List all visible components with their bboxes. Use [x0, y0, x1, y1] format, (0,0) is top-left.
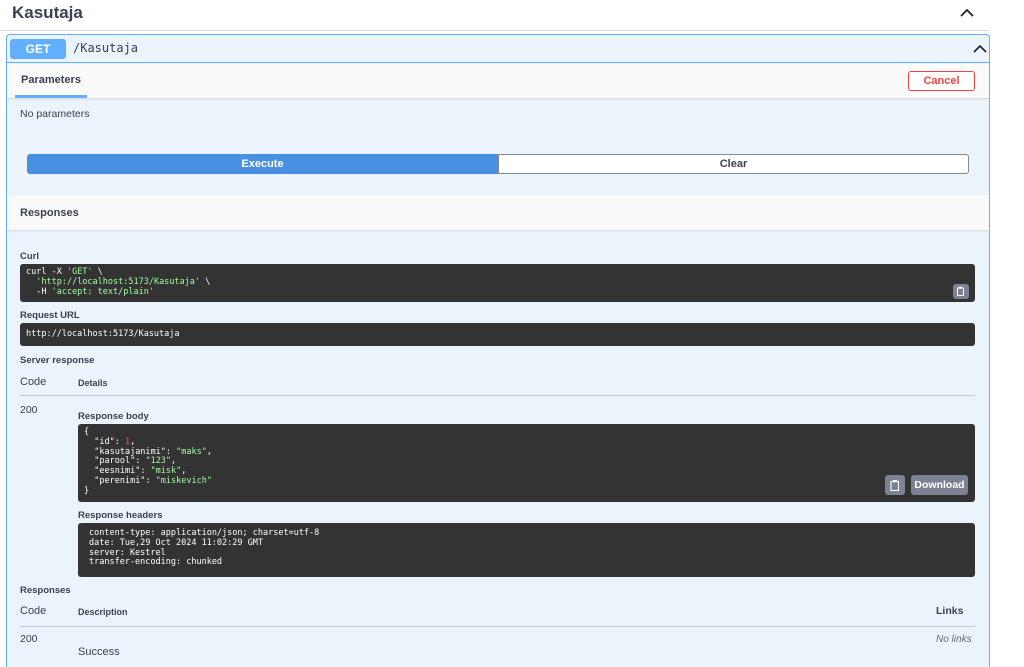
curl-line2-suffix: \: [200, 276, 211, 287]
json-value: "maks": [176, 446, 207, 457]
response-body[interactable]: { "id": 1, "kasutajanimi": "maks", "paro…: [78, 424, 975, 502]
curl-label: Curl: [20, 251, 39, 262]
responses-description-header: Description: [78, 607, 128, 617]
clipboard-icon: [890, 480, 900, 491]
execute-wrapper: Execute Clear: [27, 154, 969, 174]
chevron-up-icon[interactable]: [957, 5, 977, 21]
responses-row-links: No links: [936, 634, 972, 645]
response-headers[interactable]: content-type: application/json; charset=…: [78, 523, 975, 577]
header-line: transfer-encoding: chunked: [89, 557, 223, 568]
json-comma: ,: [181, 466, 187, 477]
header-line: server: Kestrel: [89, 547, 166, 558]
server-response-label: Server response: [20, 355, 95, 366]
copy-curl-button[interactable]: [953, 284, 969, 299]
header-line: date: Tue,29 Oct 2024 11:02:29 GMT: [89, 537, 263, 548]
no-parameters-text: No parameters: [20, 108, 90, 120]
request-url-value[interactable]: http://localhost:5173/Kasutaja: [20, 323, 975, 346]
download-button[interactable]: Download: [911, 475, 968, 495]
operation-summary[interactable]: GET /Kasutaja: [7, 35, 989, 63]
json-key: "perenimi": [94, 475, 146, 486]
json-comma: ,: [171, 456, 177, 467]
method-badge: GET: [10, 39, 66, 59]
chevron-up-icon[interactable]: [971, 41, 989, 57]
tag-title[interactable]: Kasutaja: [12, 3, 83, 23]
json-key: "eesnimi": [94, 466, 141, 477]
response-body-label: Response body: [78, 411, 149, 422]
copy-response-button[interactable]: [885, 475, 905, 495]
curl-line1-suffix: \: [92, 267, 103, 277]
operation-block: GET /Kasutaja Parameters Cancel No param…: [6, 34, 990, 667]
operation-path: /Kasutaja: [73, 41, 139, 55]
cancel-button[interactable]: Cancel: [908, 71, 975, 91]
json-key: "id": [94, 436, 115, 447]
clipboard-icon: [957, 286, 964, 296]
response-headers-label: Response headers: [78, 510, 163, 521]
clear-button[interactable]: Clear: [498, 154, 969, 174]
divider: [20, 395, 975, 396]
responses-row-code: 200: [20, 633, 38, 645]
json-comma: ,: [206, 446, 212, 457]
details-column-header: Details: [78, 378, 108, 388]
code-column-header: Code: [20, 376, 47, 388]
responses-title: Responses: [20, 207, 79, 219]
json-open-brace: {: [84, 427, 90, 437]
tab-parameters[interactable]: Parameters: [15, 64, 87, 98]
json-key: "kasutajanimi": [94, 446, 166, 457]
responses-table-label: Responses: [20, 585, 71, 596]
curl-header: 'accept: text/plain': [51, 286, 154, 297]
execute-button[interactable]: Execute: [27, 154, 498, 174]
curl-code[interactable]: curl -X 'GET' \ 'http://localhost:5173/K…: [20, 264, 975, 302]
parameters-header: Parameters Cancel: [7, 64, 989, 98]
response-code: 200: [20, 404, 38, 416]
responses-code-header: Code: [20, 605, 47, 617]
curl-line1-prefix: curl -X: [26, 267, 67, 277]
header-line: content-type: application/json; charset=…: [89, 528, 320, 538]
json-value: "123": [145, 456, 172, 467]
curl-url: 'http://localhost:5173/Kasutaja': [36, 276, 201, 287]
responses-row-description: Success: [78, 646, 120, 658]
responses-links-header: Links: [936, 605, 964, 617]
tag-header[interactable]: Kasutaja: [0, 0, 990, 31]
json-value: "miskevich": [155, 475, 212, 486]
curl-line3-prefix: -H: [26, 286, 52, 297]
divider: [20, 626, 975, 627]
json-close-brace: }: [84, 485, 90, 496]
json-key: "parool": [94, 456, 136, 467]
json-comma: ,: [130, 436, 136, 447]
json-value: "misk": [150, 466, 182, 477]
request-url-label: Request URL: [20, 310, 80, 321]
curl-method: 'GET': [66, 267, 93, 277]
responses-header: Responses: [7, 195, 989, 230]
